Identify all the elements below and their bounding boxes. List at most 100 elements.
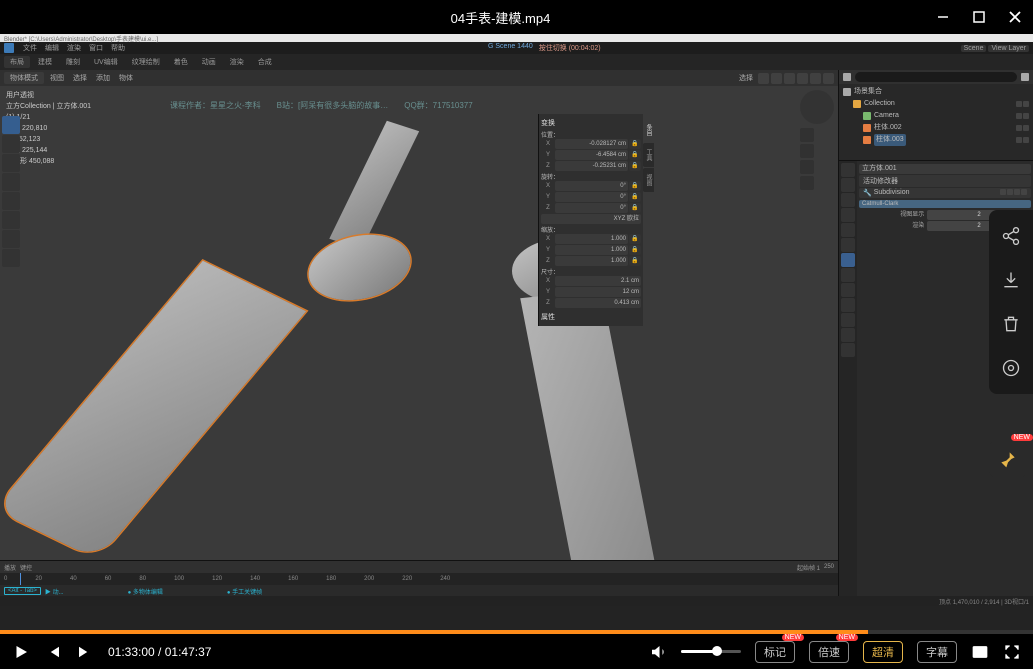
menu-window[interactable]: 窗口 — [86, 43, 106, 53]
vis-icon[interactable] — [1023, 101, 1029, 107]
modifier-type[interactable]: Catmull-Clark — [859, 200, 1031, 208]
prop-tab-modifier-icon[interactable] — [841, 253, 855, 267]
prop-tab-data-icon[interactable] — [841, 313, 855, 327]
outliner-tree[interactable]: 场景集合 Collection Camera 柱体.002 柱体.003 — [839, 84, 1033, 148]
tl-keying-label[interactable]: 键控 — [20, 563, 32, 572]
tl-layer[interactable]: ● 多物体编辑 — [128, 587, 163, 596]
ws-tab-shading[interactable]: 着色 — [168, 56, 194, 68]
subtitle-button[interactable]: 字幕 — [917, 641, 957, 663]
lock-icon[interactable]: 🔒 — [629, 245, 641, 255]
zoom-gizmo-icon[interactable] — [800, 128, 814, 142]
ws-tab-render[interactable]: 渲染 — [224, 56, 250, 68]
ws-tab-tex[interactable]: 纹理绘制 — [126, 56, 166, 68]
outliner-mesh-1[interactable]: 柱体.002 — [843, 122, 1029, 134]
rot-z-field[interactable]: 0° — [555, 203, 628, 213]
axis-gizmo[interactable] — [800, 90, 834, 124]
prop-tab-render-icon[interactable] — [841, 163, 855, 177]
rot-y-field[interactable]: 0° — [555, 192, 628, 202]
vp-sel-label[interactable]: 选择 — [736, 73, 756, 84]
prop-section-addmod[interactable]: 活动修改器 — [859, 175, 1031, 187]
quality-button[interactable]: 超清 — [863, 641, 903, 663]
loc-y-field[interactable]: -6.4584 cm — [555, 150, 628, 160]
prop-obj-name[interactable]: 立方体.001 — [859, 164, 1031, 174]
fullscreen-button[interactable] — [1003, 643, 1021, 661]
prop-tab-output-icon[interactable] — [841, 178, 855, 192]
lock-icon[interactable]: 🔒 — [629, 203, 641, 213]
mod-menu-icon[interactable] — [1021, 189, 1027, 195]
3d-viewport[interactable]: 用户透视 立方Collection | 立方体.001 (1) 1/21 面数 … — [0, 86, 838, 560]
settings-button[interactable] — [994, 348, 1028, 388]
viewlayer-dropdown[interactable]: View Layer — [988, 45, 1029, 52]
ws-tab-uv[interactable]: UV编辑 — [88, 56, 124, 68]
prop-tab-texture-icon[interactable] — [841, 343, 855, 357]
delete-button[interactable] — [994, 304, 1028, 344]
menu-file[interactable]: 文件 — [20, 43, 40, 53]
rot-mode-dropdown[interactable]: XYZ 欧拉 — [541, 214, 641, 224]
maximize-button[interactable] — [969, 7, 989, 27]
camera-gizmo-icon[interactable] — [800, 160, 814, 174]
menu-render[interactable]: 渲染 — [64, 43, 84, 53]
vis-icon[interactable] — [1016, 125, 1022, 131]
tool-move-icon[interactable] — [2, 154, 20, 172]
prop-tab-material-icon[interactable] — [841, 328, 855, 342]
dim-z-field[interactable]: 0.413 cm — [555, 298, 641, 308]
shading-icon[interactable] — [823, 73, 834, 84]
loc-z-field[interactable]: -0.25231 cm — [555, 161, 628, 171]
tl-layer[interactable]: ▶ 动... — [45, 587, 64, 596]
share-button[interactable] — [994, 216, 1028, 256]
tool-transform-icon[interactable] — [2, 211, 20, 229]
tl-play-label[interactable]: 播放 — [4, 563, 16, 572]
prop-tab-scene-icon[interactable] — [841, 208, 855, 222]
ws-tab-modeling[interactable]: 建模 — [32, 56, 58, 68]
np-tab-tools[interactable]: 工具 — [643, 143, 654, 167]
play-button[interactable] — [12, 643, 30, 661]
vis-icon[interactable] — [1016, 101, 1022, 107]
mode-dropdown[interactable]: 物体模式 — [4, 72, 44, 84]
np-tab-view[interactable]: 视图 — [643, 168, 654, 192]
lock-icon[interactable]: 🔒 — [629, 150, 641, 160]
tl-layer[interactable]: ● 手工关键帧 — [227, 587, 262, 596]
tool-scale-icon[interactable] — [2, 192, 20, 210]
ws-tab-layout[interactable]: 布局 — [4, 56, 30, 68]
tool-rotate-icon[interactable] — [2, 173, 20, 191]
lock-icon[interactable]: 🔒 — [629, 256, 641, 266]
lock-icon[interactable]: 🔒 — [629, 181, 641, 191]
rot-x-field[interactable]: 0° — [555, 181, 628, 191]
np-tab-item[interactable]: 条目 — [643, 118, 654, 142]
lock-icon[interactable]: 🔒 — [629, 161, 641, 171]
prop-tab-object-icon[interactable] — [841, 238, 855, 252]
dim-y-field[interactable]: 12 cm — [555, 287, 641, 297]
shading-icon[interactable] — [797, 73, 808, 84]
outliner-camera[interactable]: Camera — [843, 110, 1029, 122]
prop-tab-physics-icon[interactable] — [841, 283, 855, 297]
prop-tab-world-icon[interactable] — [841, 223, 855, 237]
timeline-cursor[interactable] — [20, 573, 21, 585]
close-button[interactable] — [1005, 7, 1025, 27]
mark-button[interactable]: 标记NEW — [755, 641, 795, 663]
ws-tab-comp[interactable]: 合成 — [252, 56, 278, 68]
lock-icon[interactable]: 🔒 — [629, 139, 641, 149]
shading-icon[interactable] — [771, 73, 782, 84]
prop-tab-particle-icon[interactable] — [841, 268, 855, 282]
vis-icon[interactable] — [1023, 125, 1029, 131]
shading-icon[interactable] — [758, 73, 769, 84]
volume-button[interactable] — [649, 643, 667, 661]
scene-dropdown[interactable]: Scene — [961, 45, 987, 52]
vis-icon[interactable] — [1023, 113, 1029, 119]
volume-slider[interactable] — [681, 650, 741, 653]
vis-icon[interactable] — [1016, 113, 1022, 119]
minimize-button[interactable] — [933, 7, 953, 27]
prop-modifier-header[interactable]: 🔧 Subdivision — [859, 188, 1031, 198]
lock-icon[interactable]: 🔒 — [629, 234, 641, 244]
mod-vis-icon[interactable] — [1014, 189, 1020, 195]
vp-menu-object[interactable]: 物体 — [116, 73, 136, 83]
scale-y-field[interactable]: 1.000 — [555, 245, 628, 255]
download-button[interactable] — [994, 260, 1028, 300]
mod-vis-icon[interactable] — [1007, 189, 1013, 195]
filter-icon[interactable] — [1021, 73, 1029, 81]
next-button[interactable] — [76, 643, 94, 661]
prev-button[interactable] — [44, 643, 62, 661]
tool-measure-icon[interactable] — [2, 249, 20, 267]
np-footer[interactable]: 属性 — [541, 312, 641, 322]
prop-tab-constraint-icon[interactable] — [841, 298, 855, 312]
